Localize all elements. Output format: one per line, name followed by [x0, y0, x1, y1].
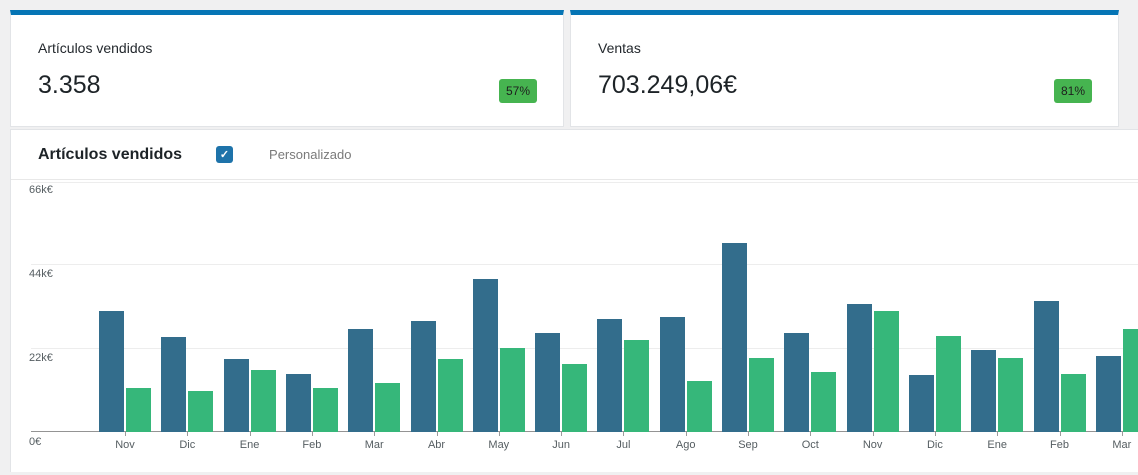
- bar-green-series[interactable]: [188, 391, 213, 432]
- x-axis-tick: [1060, 432, 1061, 436]
- bar-green-series[interactable]: [562, 364, 587, 432]
- x-axis-tick: [935, 432, 936, 436]
- x-axis-label: Ene: [225, 439, 275, 451]
- x-axis-label: Ene: [972, 439, 1022, 451]
- chart-panel: Artículos vendidos ✓ Personalizado 66k€ 4…: [10, 129, 1138, 472]
- bar-blue-series[interactable]: [224, 359, 249, 432]
- bar-blue-series[interactable]: [411, 321, 436, 432]
- bar-blue-series[interactable]: [847, 304, 872, 432]
- bar-green-series[interactable]: [251, 370, 276, 432]
- x-axis-label: Dic: [162, 439, 212, 451]
- percentage-badge: 57%: [499, 79, 537, 103]
- chart-title: Artículos vendidos: [38, 146, 182, 164]
- bar-blue-series[interactable]: [99, 311, 124, 432]
- x-axis-label: Jun: [536, 439, 586, 451]
- x-axis-label: Nov: [100, 439, 150, 451]
- x-axis-tick: [810, 432, 811, 436]
- card-label: Ventas: [571, 15, 1118, 56]
- gridline: [31, 264, 1138, 265]
- card-label: Artículos vendidos: [11, 15, 563, 56]
- bar-green-series[interactable]: [500, 348, 525, 432]
- x-axis-tick: [686, 432, 687, 436]
- bar-green-series[interactable]: [687, 381, 712, 432]
- x-axis-label: Feb: [1035, 439, 1085, 451]
- bar-blue-series[interactable]: [660, 317, 685, 432]
- x-axis-label: Feb: [287, 439, 337, 451]
- plot-area: 66k€44k€22k€0€: [11, 180, 1138, 432]
- gridline: [31, 348, 1138, 349]
- bar-green-series[interactable]: [811, 372, 836, 432]
- bar-green-series[interactable]: [1123, 329, 1138, 432]
- bar-blue-series[interactable]: [286, 374, 311, 432]
- bar-blue-series[interactable]: [535, 333, 560, 432]
- bar-blue-series[interactable]: [348, 329, 373, 432]
- summary-card-ventas[interactable]: Ventas 703.249,06€ 81%: [570, 10, 1119, 127]
- y-axis-label: 66k€: [29, 184, 53, 196]
- x-axis-tick: [250, 432, 251, 436]
- card-value: 703.249,06€: [571, 56, 1118, 98]
- bar-green-series[interactable]: [936, 336, 961, 432]
- chart-header: Artículos vendidos ✓ Personalizado: [11, 130, 1138, 180]
- checkbox-checked-icon[interactable]: ✓: [216, 146, 233, 163]
- x-axis-tick: [499, 432, 500, 436]
- bar-blue-series[interactable]: [722, 243, 747, 432]
- x-axis-tick: [873, 432, 874, 436]
- bar-blue-series[interactable]: [161, 337, 186, 432]
- bar-green-series[interactable]: [1061, 374, 1086, 432]
- bar-green-series[interactable]: [375, 383, 400, 432]
- y-axis-label: 22k€: [29, 352, 53, 364]
- x-axis-label: Abr: [412, 439, 462, 451]
- summary-card-articulos-vendidos[interactable]: Artículos vendidos 3.358 57%: [10, 10, 564, 127]
- bar-blue-series[interactable]: [971, 350, 996, 432]
- x-axis-label: Jul: [598, 439, 648, 451]
- bar-green-series[interactable]: [438, 359, 463, 432]
- x-axis-label: Sep: [723, 439, 773, 451]
- x-axis-tick: [1122, 432, 1123, 436]
- x-axis-label: Dic: [910, 439, 960, 451]
- bar-green-series[interactable]: [126, 388, 151, 432]
- bar-green-series[interactable]: [749, 358, 774, 432]
- x-axis-label: Oct: [785, 439, 835, 451]
- x-axis-tick: [748, 432, 749, 436]
- x-axis-label: Nov: [848, 439, 898, 451]
- x-axis-tick: [125, 432, 126, 436]
- x-axis-tick: [623, 432, 624, 436]
- x-axis-label: Mar: [1097, 439, 1138, 451]
- bar-blue-series[interactable]: [784, 333, 809, 432]
- card-value: 3.358: [11, 56, 563, 98]
- summary-cards-row: Artículos vendidos 3.358 57% Ventas 703.…: [0, 0, 1138, 127]
- bar-blue-series[interactable]: [1096, 356, 1121, 432]
- bar-blue-series[interactable]: [1034, 301, 1059, 432]
- x-axis-tick: [312, 432, 313, 436]
- x-axis-label: Mar: [349, 439, 399, 451]
- chart-filter-label: Personalizado: [269, 147, 351, 162]
- x-axis-label: Ago: [661, 439, 711, 451]
- bar-green-series[interactable]: [998, 358, 1023, 432]
- bar-blue-series[interactable]: [473, 279, 498, 432]
- bar-green-series[interactable]: [624, 340, 649, 432]
- x-axis-label: May: [474, 439, 524, 451]
- y-axis-label: 44k€: [29, 268, 53, 280]
- percentage-badge: 81%: [1054, 79, 1092, 103]
- bar-blue-series[interactable]: [597, 319, 622, 432]
- x-axis-tick: [561, 432, 562, 436]
- x-axis-tick: [997, 432, 998, 436]
- bar-green-series[interactable]: [313, 388, 338, 432]
- bar-blue-series[interactable]: [909, 375, 934, 432]
- gridline: [31, 182, 1138, 183]
- x-axis-tick: [437, 432, 438, 436]
- x-axis-tick: [374, 432, 375, 436]
- x-axis-tick: [187, 432, 188, 436]
- x-axis: Nov Dic Ene Feb Mar Abr May Jun Jul Ago Sep Oct Nov D…: [11, 432, 1138, 464]
- bar-green-series[interactable]: [874, 311, 899, 432]
